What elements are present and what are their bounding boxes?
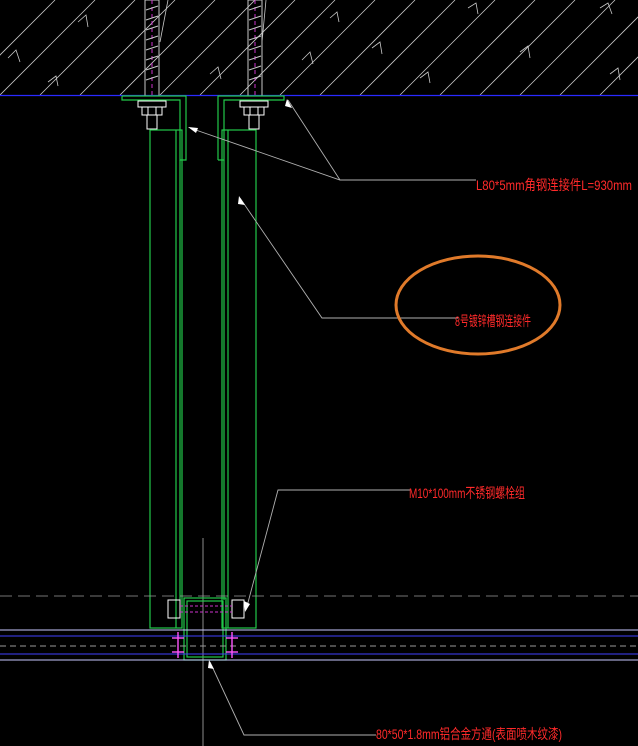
annotation-bolt: M10*100mm不锈钢螺栓组 <box>409 485 525 501</box>
annotation-channel-steel: 8号镀锌槽钢连接件 <box>455 313 531 329</box>
bolt-nuts-top <box>137 100 269 130</box>
angle-steel-brackets <box>121 95 285 161</box>
through-bolt <box>167 599 245 619</box>
aluminum-square-tube <box>183 597 227 661</box>
ceiling-panel-layers <box>0 629 638 661</box>
annotation-aluminum-tube: 80*50*1.8mm铝合金方通(表面喷木纹漆) <box>376 726 562 742</box>
cad-drawing-canvas: L80*5mm角钢连接件L=930mm 8号镀锌槽钢连接件 M10*100mm不… <box>0 0 638 746</box>
anchor-bolt-right <box>247 0 263 97</box>
concrete-slab-hatch <box>0 0 638 95</box>
annotation-angle-steel: L80*5mm角钢连接件L=930mm <box>476 177 632 193</box>
leader-lines <box>189 99 476 736</box>
anchor-bolt-left <box>144 0 160 97</box>
leader-arrowheads <box>188 99 292 669</box>
highlight-circle <box>394 254 562 356</box>
